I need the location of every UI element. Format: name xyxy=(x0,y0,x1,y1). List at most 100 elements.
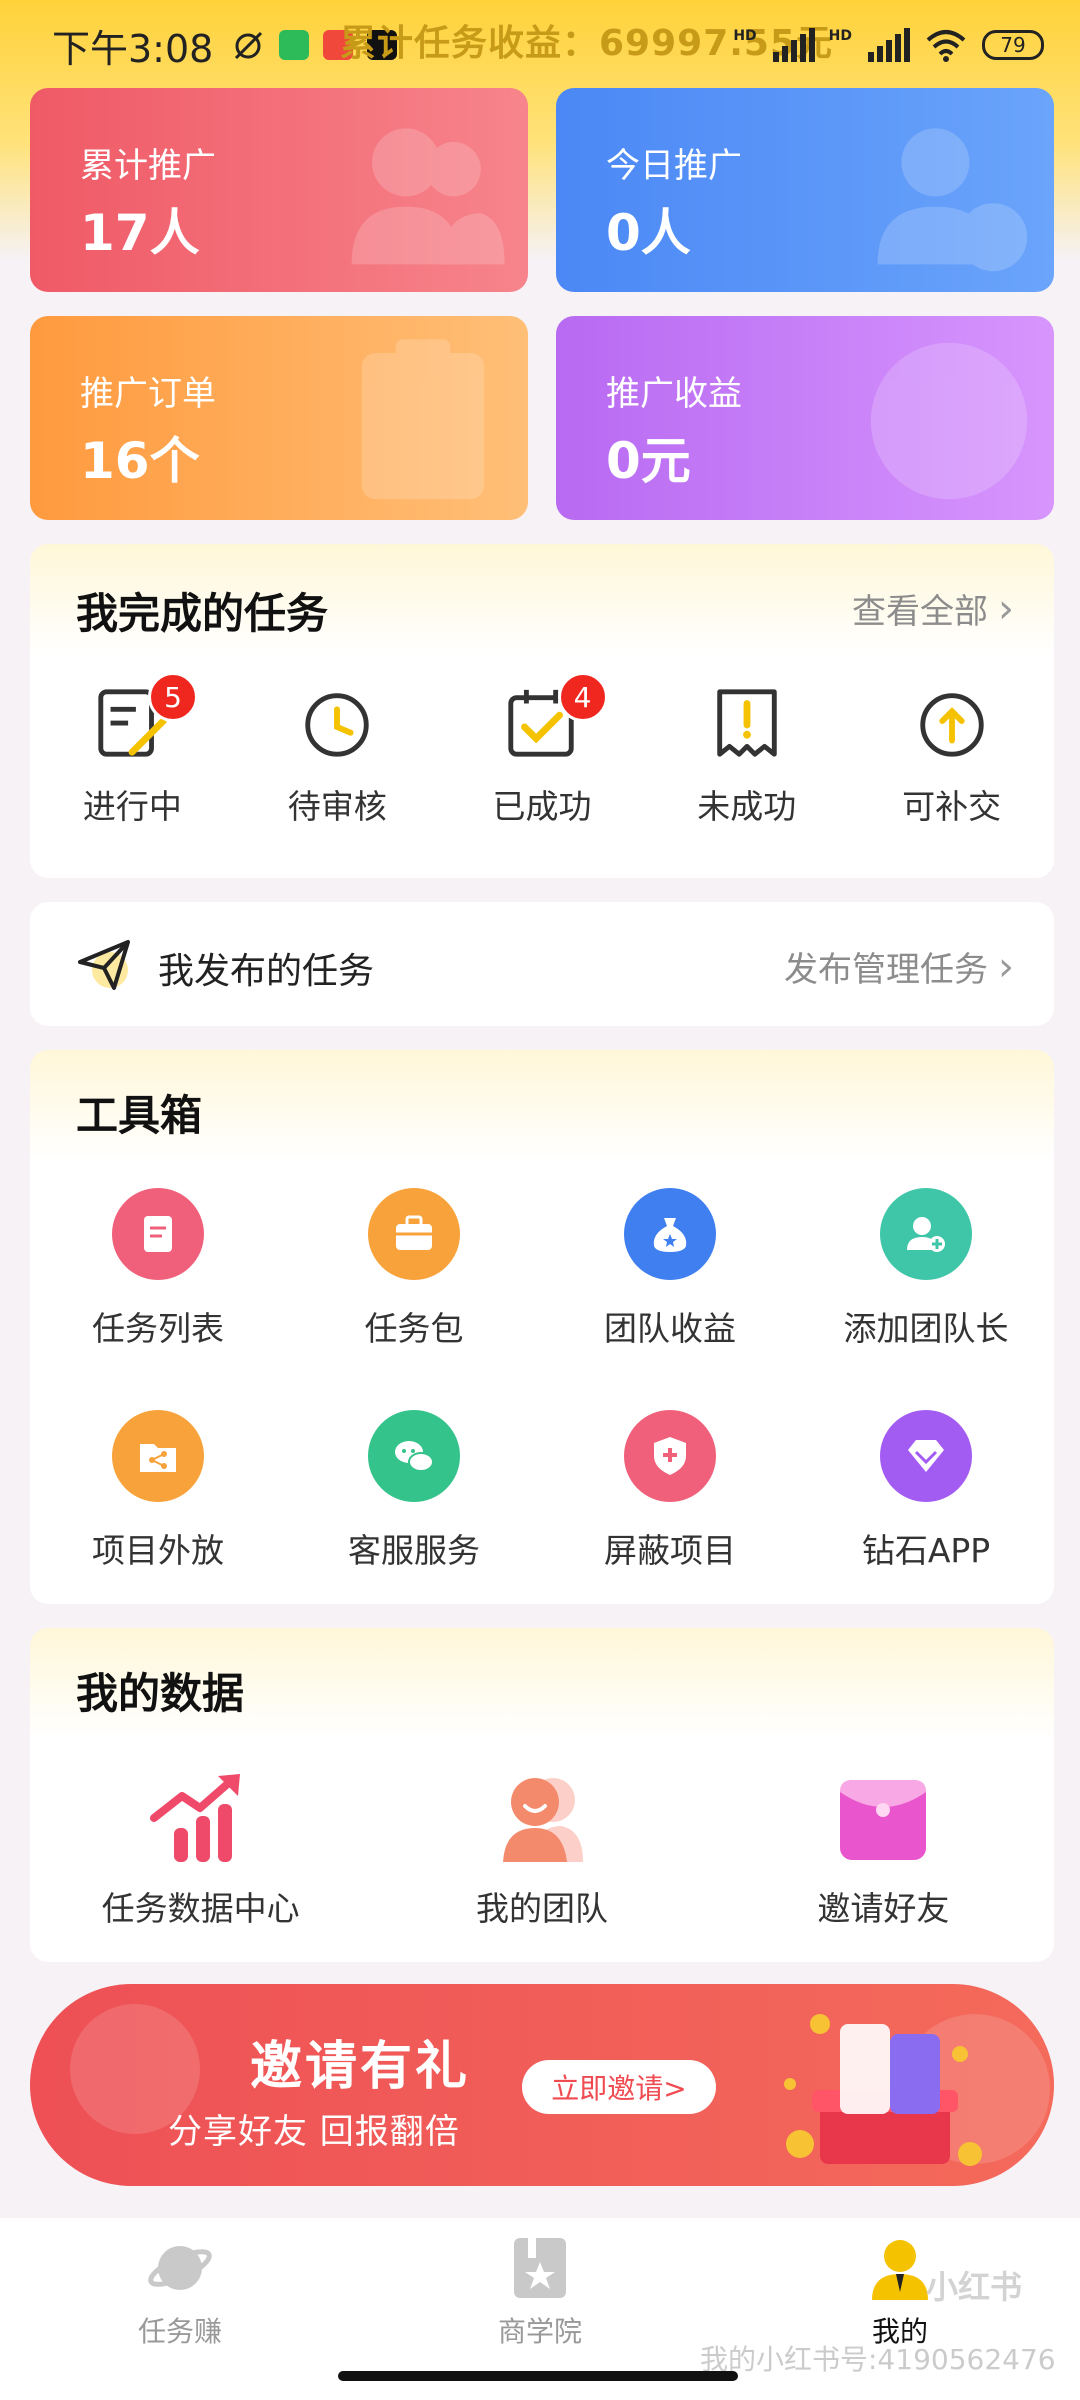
task-status-failed[interactable]: 未成功 xyxy=(644,684,849,828)
receipt-alert-icon xyxy=(717,689,777,757)
task-status-succeeded[interactable]: 4 已成功 xyxy=(440,672,645,828)
paper-plane-icon xyxy=(78,940,130,990)
data-label: 我的团队 xyxy=(475,1889,608,1928)
mute-alarm-icon xyxy=(235,31,263,60)
panel-title: 工具箱 xyxy=(76,1091,203,1140)
watermark-logo: 小红书 xyxy=(926,2268,1023,2306)
tool-icon-bg xyxy=(624,1188,716,1280)
shield-plus-icon xyxy=(654,1437,686,1475)
tool-task-list[interactable]: 任务列表 xyxy=(30,1188,286,1350)
manage-tasks-link[interactable]: 发布管理任务 › xyxy=(784,942,1014,991)
count-badge: 4 xyxy=(557,672,608,722)
data-task-center[interactable]: 任务数据中心 xyxy=(30,1766,371,1930)
share-folder-icon xyxy=(140,1444,176,1472)
tool-label: 团队收益 xyxy=(604,1309,736,1348)
status-time: 下午3:08 xyxy=(52,26,214,71)
tool-label: 任务列表 xyxy=(92,1309,224,1348)
task-status-in-progress[interactable]: 5 进行中 xyxy=(30,672,235,828)
planet-icon xyxy=(148,2246,212,2290)
tool-label: 项目外放 xyxy=(92,1531,224,1570)
user-heart-icon xyxy=(877,128,1028,272)
panel-title: 我完成的任务 xyxy=(76,589,329,638)
gift-illustration xyxy=(784,2014,982,2166)
clipboard-icon xyxy=(361,339,485,500)
briefcase-icon xyxy=(396,1215,432,1250)
my-data-row: 任务数据中心 我的团队 邀请好友 xyxy=(30,1766,1054,1930)
stat-card-promotion-income[interactable]: 推广收益 0元 xyxy=(556,316,1054,520)
tool-icon-bg xyxy=(368,1188,460,1280)
count-badge: 5 xyxy=(148,672,198,722)
home-indicator[interactable] xyxy=(338,2371,738,2381)
nav-tab-task-earn[interactable]: 任务赚 xyxy=(0,2232,360,2400)
add-user-icon xyxy=(907,1217,945,1252)
panel-title: 我的数据 xyxy=(76,1669,245,1718)
hd-label-2: HD xyxy=(828,28,852,44)
tool-customer-service[interactable]: 客服服务 xyxy=(286,1410,542,1572)
tool-label: 客服服务 xyxy=(348,1531,480,1570)
view-all-link[interactable]: 查看全部 › xyxy=(852,584,1014,633)
tool-icon-bg xyxy=(624,1410,716,1502)
invite-now-button[interactable]: 立即邀请> xyxy=(522,2060,716,2114)
data-label: 邀请好友 xyxy=(817,1889,950,1928)
task-status-pending-review[interactable]: 待审核 xyxy=(235,684,440,828)
upload-circle-icon xyxy=(919,693,984,757)
hd-label: HD xyxy=(733,28,757,44)
tool-icon-bg xyxy=(880,1188,972,1280)
data-invite-friends[interactable]: 邀请好友 xyxy=(713,1766,1054,1930)
tool-team-income[interactable]: 团队收益 xyxy=(542,1188,798,1350)
task-status-resubmit[interactable]: 可补交 xyxy=(849,684,1054,828)
tool-project-external[interactable]: 项目外放 xyxy=(30,1410,286,1572)
tool-label: 添加团队长 xyxy=(843,1309,1009,1348)
data-my-team[interactable]: 我的团队 xyxy=(371,1766,712,1930)
tool-icon-bg xyxy=(112,1410,204,1502)
tool-icon-bg xyxy=(112,1188,204,1280)
chevron-right-icon: › xyxy=(998,585,1014,632)
wechat-icon xyxy=(395,1441,434,1472)
tool-label: 钻石APP xyxy=(861,1531,991,1570)
toolbox-panel: 工具箱 任务列表 任务包 团队收益 添加团队长 项目外放 客服服务 屏蔽项目 钻… xyxy=(30,1050,1054,1604)
completed-tasks-panel: 我完成的任务 查看全部 › 5 进行中 待审核 4 已成功 未成功 可补交 xyxy=(30,544,1054,878)
tool-task-package[interactable]: 任务包 xyxy=(286,1188,542,1350)
nav-label: 任务赚 xyxy=(137,2315,222,2348)
tool-icon-bg xyxy=(368,1410,460,1502)
team-icon xyxy=(502,1778,583,1862)
task-status-label: 进行中 xyxy=(82,787,182,826)
clock-icon xyxy=(305,693,369,757)
toolbox-grid: 任务列表 任务包 团队收益 添加团队长 项目外放 客服服务 屏蔽项目 钻石APP xyxy=(30,1188,1054,1572)
book-star-icon xyxy=(514,2238,566,2298)
wifi-icon xyxy=(926,30,966,62)
chevron-right-icon: › xyxy=(998,943,1014,990)
data-label: 任务数据中心 xyxy=(101,1889,300,1928)
document-icon xyxy=(144,1216,172,1252)
growth-chart-icon xyxy=(149,1774,240,1862)
battery-icon: 79 xyxy=(982,30,1044,60)
published-tasks-row[interactable]: 我发布的任务 发布管理任务 › xyxy=(30,902,1054,1026)
tool-label: 屏蔽项目 xyxy=(604,1531,736,1570)
battery-level: 79 xyxy=(1000,33,1026,57)
status-system-icons: HD HD 79 xyxy=(733,28,1044,62)
tool-icon-bg xyxy=(880,1410,972,1502)
task-status-label: 可补交 xyxy=(902,787,1002,826)
manage-tasks-label: 发布管理任务 xyxy=(784,950,988,990)
task-status-label: 未成功 xyxy=(697,787,797,826)
task-status-row: 5 进行中 待审核 4 已成功 未成功 可补交 xyxy=(30,672,1054,828)
yuan-coin-icon xyxy=(870,342,1028,500)
status-bar: 下午3:08 累计任务收益：69997.55元 HD HD 79 xyxy=(0,0,1080,90)
invite-banner[interactable]: 邀请有礼 分享好友 回报翻倍 立即邀请> xyxy=(30,1984,1054,2186)
diamond-icon xyxy=(908,1440,944,1472)
stat-card-promotion-orders[interactable]: 推广订单 16个 xyxy=(30,316,528,520)
users-icon xyxy=(351,128,505,265)
money-bag-icon xyxy=(653,1218,687,1252)
stat-card-total-promotion[interactable]: 累计推广 17人 xyxy=(30,88,528,292)
watermark-text: 我的小红书号:4190562476 xyxy=(700,2343,1056,2376)
shield-app-icon xyxy=(279,30,310,60)
invite-title: 邀请有礼 xyxy=(250,2037,471,2097)
tool-block-project[interactable]: 屏蔽项目 xyxy=(542,1410,798,1572)
tool-diamond-app[interactable]: 钻石APP xyxy=(798,1410,1054,1572)
published-tasks-title: 我发布的任务 xyxy=(158,951,375,992)
tool-add-team-leader[interactable]: 添加团队长 xyxy=(798,1188,1054,1350)
tool-label: 任务包 xyxy=(364,1309,464,1348)
task-status-label: 待审核 xyxy=(287,787,387,826)
view-all-label: 查看全部 xyxy=(852,592,988,632)
stat-card-today-promotion[interactable]: 今日推广 0人 xyxy=(556,88,1054,292)
